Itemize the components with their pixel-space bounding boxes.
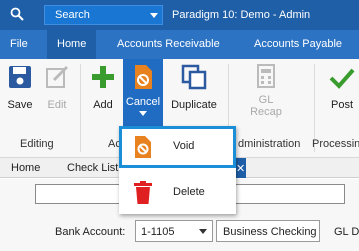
tab-home[interactable]: Home <box>11 162 40 174</box>
menu-item-void[interactable]: Void <box>119 126 236 168</box>
duplicate-button[interactable]: Duplicate <box>168 64 220 111</box>
edit-label: Edit <box>47 99 67 111</box>
cancel-label: Cancel <box>125 96 161 108</box>
gl-recap-icon <box>253 64 279 90</box>
add-label: Add <box>93 99 113 111</box>
chevron-down-icon <box>150 13 158 18</box>
duplicate-icon <box>181 64 207 90</box>
menu-home[interactable]: Home <box>47 30 97 59</box>
menu-accounts-receivable[interactable]: Accounts Receivable <box>117 38 220 50</box>
chevron-down-icon <box>139 111 147 116</box>
menu-accounts-payable[interactable]: Accounts Payable <box>254 38 342 50</box>
cancel-button[interactable]: Cancel <box>123 59 163 127</box>
bank-account-name: Business Checking <box>223 226 317 238</box>
search-label: Search <box>55 9 90 21</box>
gl-recap-button[interactable]: GL Recap <box>249 64 283 118</box>
gl-recap-label: GL Recap <box>249 94 283 118</box>
add-icon <box>90 64 116 90</box>
void-document-icon <box>135 136 151 158</box>
trash-icon <box>134 181 152 204</box>
cancel-document-icon <box>130 64 156 90</box>
chevron-down-icon <box>199 229 207 234</box>
bank-account-label: Bank Account: <box>55 226 126 238</box>
add-button[interactable]: Add <box>88 64 118 111</box>
menu-bar: File Home Accounts Receivable Accounts P… <box>0 30 359 59</box>
edit-button[interactable]: Edit <box>42 64 72 111</box>
post-label: Post <box>330 99 353 111</box>
save-label: Save <box>7 99 33 111</box>
cancel-dropdown-menu: Void Delete <box>119 126 236 214</box>
gl-recap-label-line2: Recap <box>250 106 282 118</box>
checkmark-icon <box>329 64 355 90</box>
close-icon[interactable]: ✕ <box>236 163 245 175</box>
title-bar: Search Paradigm 10: Demo - Admin <box>0 0 359 30</box>
app-title: Paradigm 10: Demo - Admin <box>172 9 311 21</box>
menu-item-delete[interactable]: Delete <box>119 172 236 214</box>
group-label-processing: Processin <box>312 138 359 150</box>
post-button[interactable]: Post <box>325 64 359 111</box>
delete-label: Delete <box>173 186 205 198</box>
search-dropdown[interactable]: Search <box>44 5 163 25</box>
save-icon <box>7 64 33 90</box>
group-label-administration: dministration <box>238 138 301 150</box>
gl-label: GL D <box>334 226 359 238</box>
bank-account-value: 1-1105 <box>141 226 175 238</box>
search-icon[interactable] <box>10 7 24 21</box>
bank-account-select[interactable]: 1-1105 <box>135 220 213 242</box>
group-label-editing: Editing <box>20 138 54 150</box>
void-label: Void <box>173 140 195 152</box>
edit-icon <box>44 64 70 90</box>
bank-account-name-field: Business Checking <box>216 220 320 242</box>
group-separator <box>80 64 81 152</box>
tab-check-list[interactable]: Check List <box>67 162 118 174</box>
menu-file[interactable]: File <box>10 38 28 50</box>
gl-recap-label-line1: GL <box>258 94 274 106</box>
save-button[interactable]: Save <box>5 64 35 111</box>
duplicate-label: Duplicate <box>171 99 217 111</box>
